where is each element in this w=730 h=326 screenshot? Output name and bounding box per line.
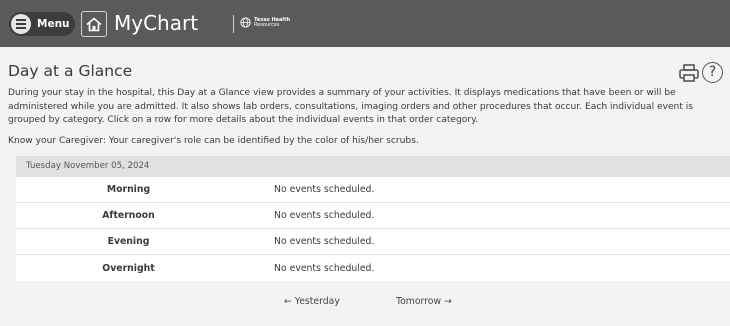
- print-icon[interactable]: [679, 64, 699, 86]
- period-status: No events scheduled.: [274, 184, 375, 195]
- schedule-date-header: Tuesday November 05, 2024: [16, 156, 730, 177]
- schedule-row-evening[interactable]: Evening No events scheduled.: [16, 229, 730, 255]
- home-icon: [86, 16, 102, 31]
- globe-icon: [240, 17, 251, 28]
- home-button[interactable]: [81, 11, 107, 37]
- page-title: Day at a Glance: [8, 62, 133, 80]
- schedule-row-overnight[interactable]: Overnight No events scheduled.: [16, 255, 730, 281]
- next-day-link[interactable]: Tomorrow →: [396, 296, 452, 307]
- hamburger-menu-icon: [11, 14, 31, 34]
- previous-day-link[interactable]: ← Yesterday: [284, 296, 340, 307]
- period-label: Morning: [106, 184, 151, 195]
- schedule-list: Morning No events scheduled. Afternoon N…: [16, 177, 730, 281]
- top-navigation-bar: Menu MyChart Texas Health Resources: [0, 0, 730, 47]
- period-status: No events scheduled.: [274, 210, 375, 221]
- period-status: No events scheduled.: [274, 262, 375, 274]
- period-label: Afternoon: [102, 210, 155, 221]
- schedule-row-morning[interactable]: Morning No events scheduled.: [16, 177, 730, 203]
- caregiver-note: Know your Caregiver: Your caregiver's ro…: [8, 136, 419, 146]
- page-intro-text: During your stay in the hospital, this D…: [8, 88, 694, 125]
- app-title[interactable]: MyChart: [114, 10, 198, 36]
- menu-label: Menu: [37, 18, 70, 30]
- menu-button[interactable]: Menu: [9, 12, 75, 36]
- period-status: No events scheduled.: [274, 236, 375, 247]
- brand-subname: Resources: [254, 21, 280, 28]
- header-divider: [233, 15, 234, 33]
- brand-logo: Texas Health Resources: [240, 17, 290, 28]
- schedule-row-afternoon[interactable]: Afternoon No events scheduled.: [16, 203, 730, 229]
- period-label: Evening: [107, 236, 150, 247]
- period-label: Overnight: [102, 262, 155, 274]
- help-icon[interactable]: ?: [702, 62, 723, 83]
- brand-text: Texas Health Resources: [254, 17, 290, 28]
